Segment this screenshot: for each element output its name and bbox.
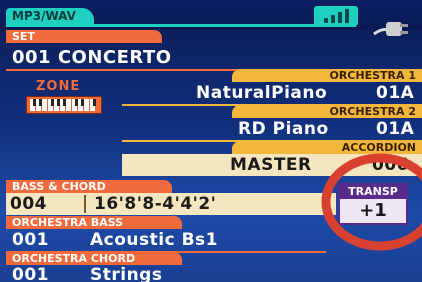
orchestra-bass-number: 001 [12,230,49,250]
orchestra2-label-text: ORCHESTRA 2 [329,105,416,118]
instrument-display: MP3/WAV SET 001 CONCERTO ZONE ORCHESTRA … [0,0,422,282]
orchestra1-label: ORCHESTRA 1 [232,69,422,82]
orchestra1-label-text: ORCHESTRA 1 [329,69,416,82]
zone-block[interactable]: ZONE [20,76,110,116]
signal-bars-icon [314,6,358,26]
orchestra-chord-number: 001 [12,265,49,282]
orchestra2-label: ORCHESTRA 2 [232,105,422,118]
set-label: SET [6,30,162,43]
keyboard-icon [26,96,102,114]
set-label-text: SET [12,30,35,43]
bass-chord-label-text: BASS & CHORD [12,180,106,193]
orchestra-chord-panel[interactable]: 001 Strings [6,265,326,282]
orchestra2-sound: RD Piano [238,119,329,139]
accordion-value: MASTER [230,155,312,175]
orchestra-bass-label: ORCHESTRA BASS [6,216,182,229]
power-plug-icon [370,12,412,42]
mode-label: MP3/WAV [12,9,76,23]
orchestra-chord-label-text: ORCHESTRA CHORD [12,252,136,265]
orchestra2-panel[interactable]: RD Piano 01A [122,118,422,142]
orchestra-bass-sound: Acoustic Bs1 [90,230,218,250]
bass-chord-divider [84,195,86,213]
orchestra2-code: 01A [376,119,415,139]
orchestra-bass-panel[interactable]: 001 Acoustic Bs1 [6,229,326,253]
mode-tab[interactable]: MP3/WAV [6,8,94,24]
orchestra1-sound: NaturalPiano [196,83,328,103]
set-panel[interactable]: 001 CONCERTO [6,43,406,71]
orchestra1-code: 01A [376,83,415,103]
orchestra-chord-sound: Strings [90,265,163,282]
orchestra-chord-label: ORCHESTRA CHORD [6,252,182,265]
orchestra-bass-label-text: ORCHESTRA BASS [12,216,124,229]
bass-chord-number: 004 [10,194,47,214]
bass-chord-registration: 16'8'8-4'4'2' [94,194,217,214]
mode-tab-line [6,24,356,27]
bass-chord-panel[interactable]: 004 16'8'8-4'4'2' [6,193,336,215]
set-value: 001 CONCERTO [12,47,172,68]
highlight-circle [321,153,422,251]
orchestra1-panel[interactable]: NaturalPiano 01A [122,82,422,106]
zone-label: ZONE [36,79,81,94]
bass-chord-label: BASS & CHORD [6,180,172,193]
